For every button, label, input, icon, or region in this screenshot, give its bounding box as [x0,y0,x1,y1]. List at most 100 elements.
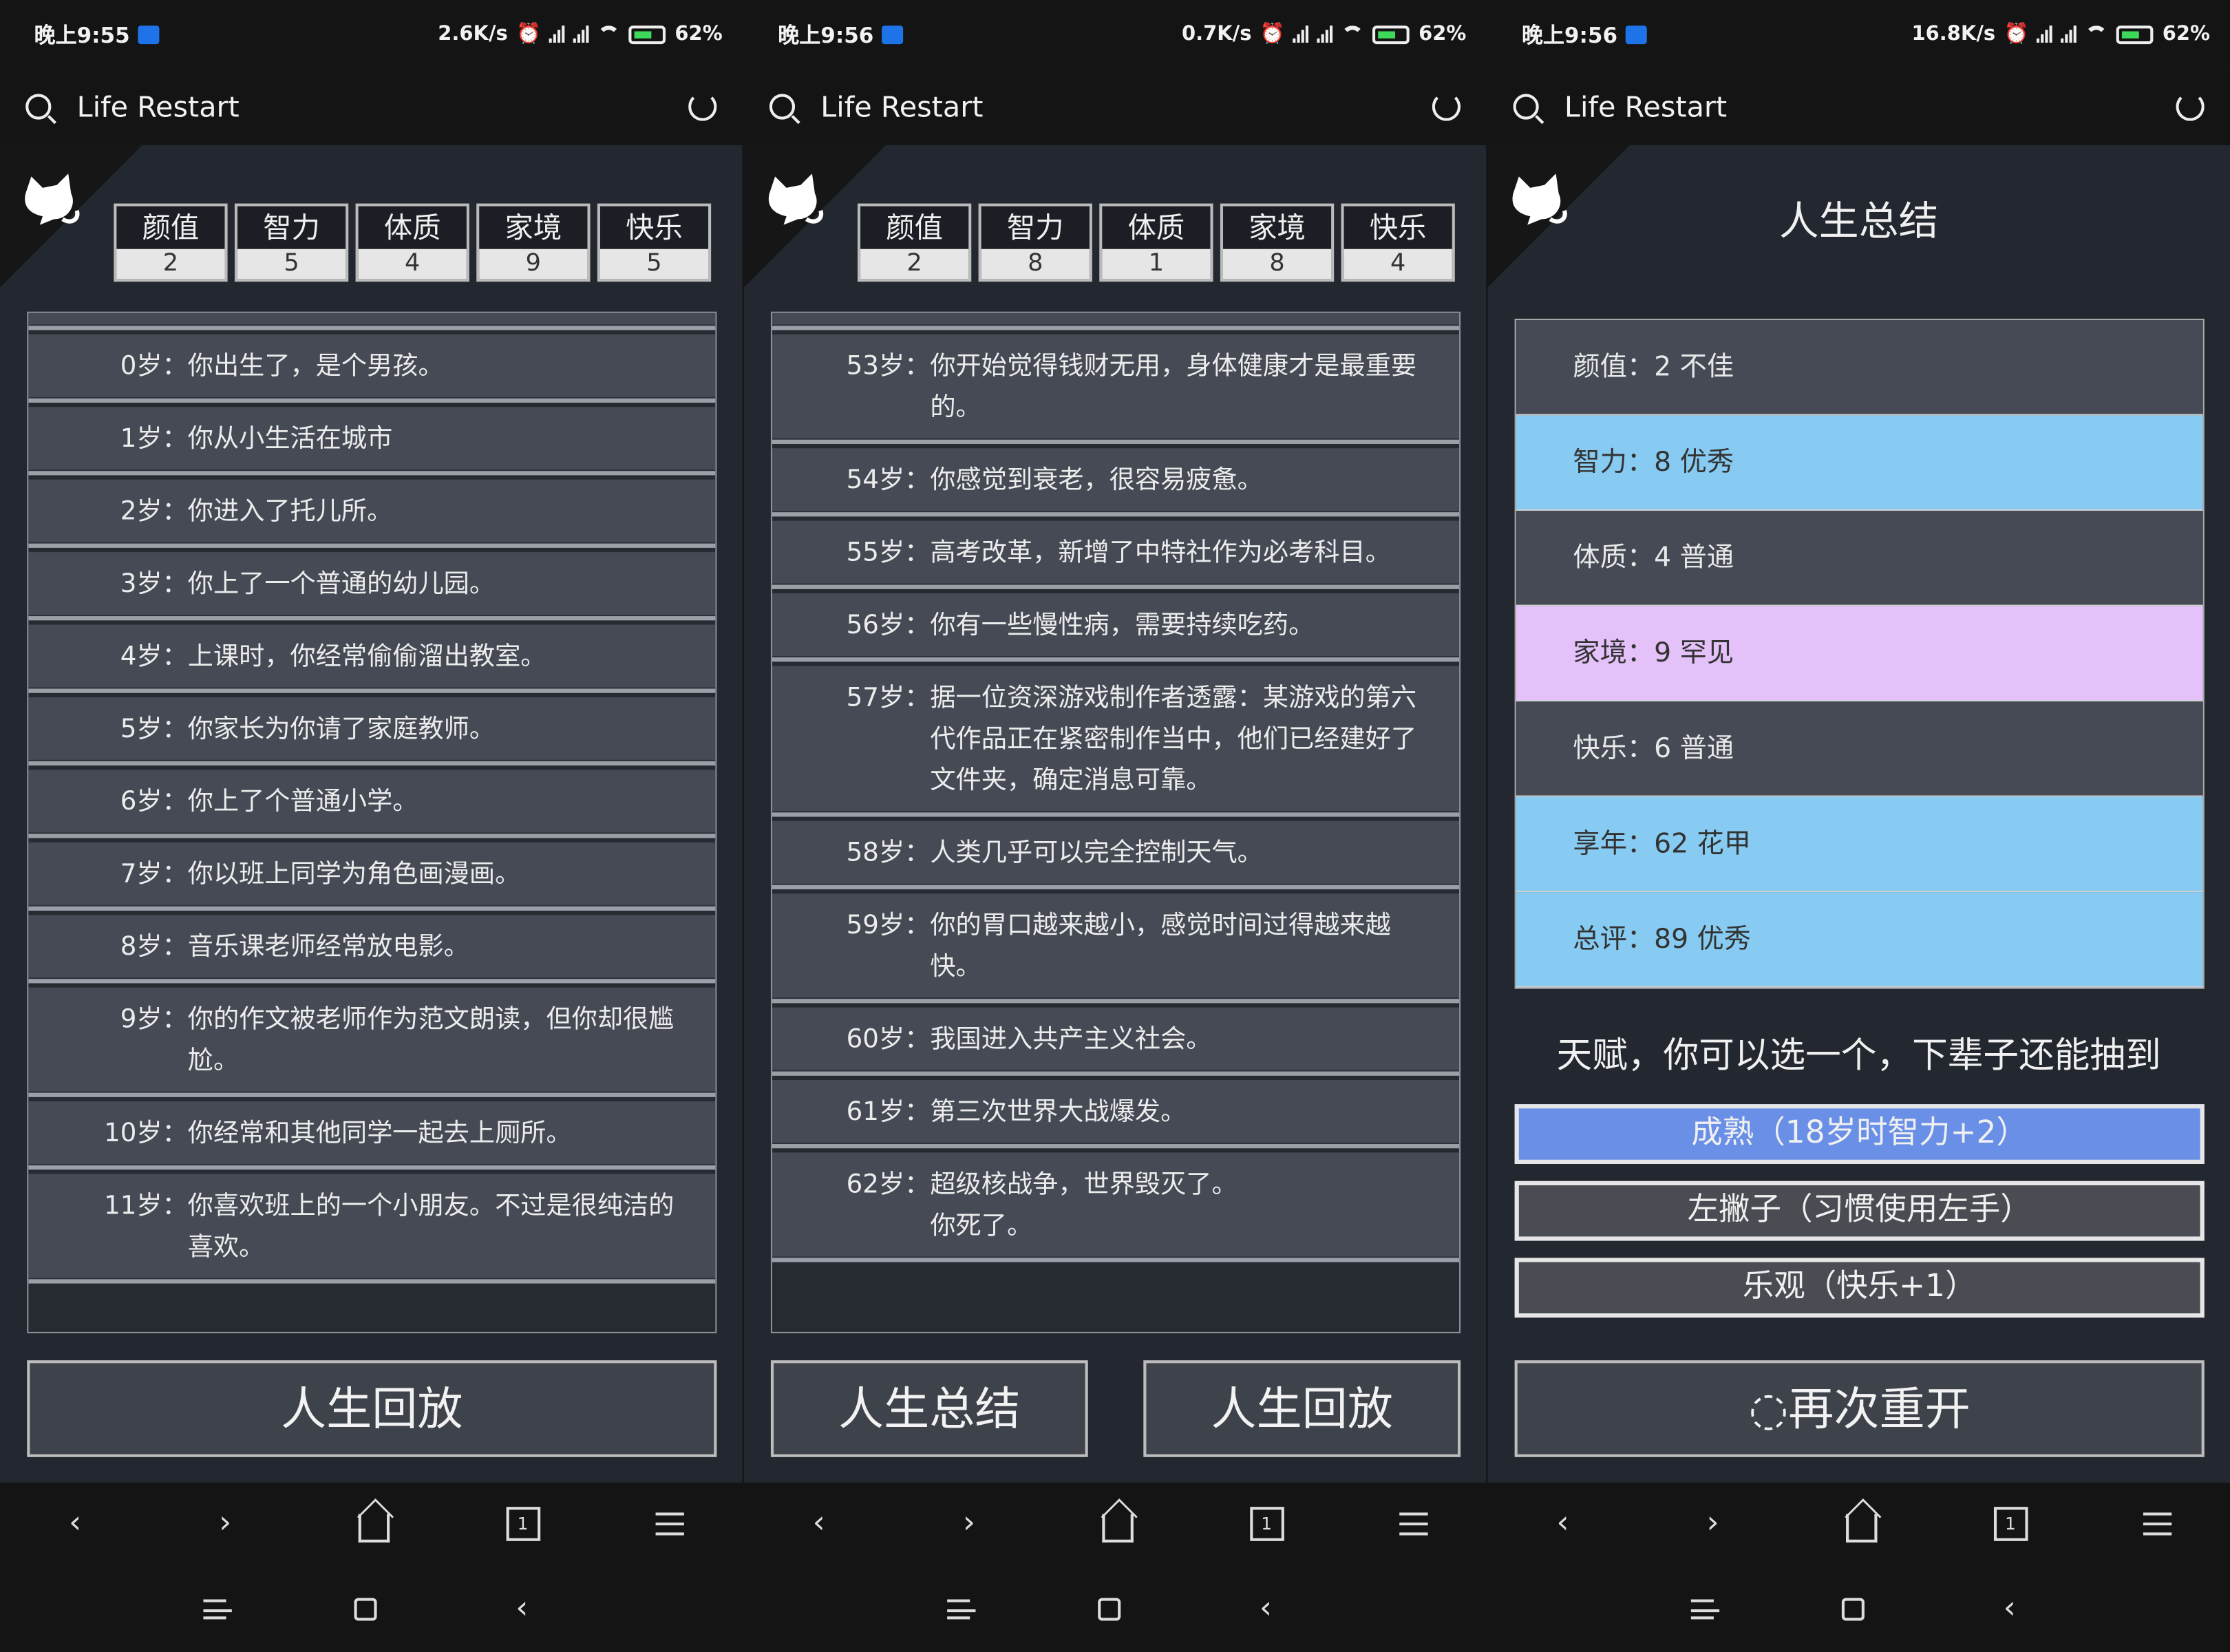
home-icon[interactable] [1846,1514,1878,1543]
home-button-icon[interactable] [1098,1597,1121,1620]
prop-label: 快乐 [599,206,709,249]
summary-row-charm: 颜值：2 不佳 [1516,320,2203,416]
restart-button[interactable]: ◌再次重开 [1514,1360,2205,1457]
event-text: 你出生了，是个男孩。 [187,351,444,382]
event-text: 上课时，你经常偷偷溜出教室。 [187,642,546,672]
talent-option-3[interactable]: 乐观（快乐+1） [1514,1258,2205,1318]
search-icon[interactable] [769,94,796,120]
wifi-icon [2085,25,2109,43]
battery-icon [629,25,667,44]
reload-icon[interactable] [688,92,717,121]
event-text: 你以班上同学为角色画漫画。 [187,859,521,889]
list-item: 10岁： 你经常和其他同学一起去上厕所。 [28,1101,716,1170]
home-icon[interactable] [358,1514,390,1543]
forward-icon[interactable]: › [952,1506,986,1541]
menu-icon[interactable] [655,1512,685,1536]
tabs-icon[interactable]: 1 [1993,1507,2028,1541]
status-time: 晚上9:56 [1521,22,1618,48]
system-back-icon[interactable]: ‹ [1993,1591,2027,1626]
talent-option-1[interactable]: 成熟（18岁时智力+2） [1514,1104,2205,1164]
trajectory-list[interactable]: 53岁： 你开始觉得钱财无用，身体健康才是最重要的。 54岁： 你感觉到衰老，很容易… [770,311,1461,1333]
prop-label: 体质 [358,206,467,249]
back-icon[interactable]: ‹ [1546,1506,1580,1541]
page-title[interactable]: Life Restart [1564,89,1727,124]
list-item: 57岁： 据一位资深游戏制作者透露：某游戏的第六代作品正在紧密制作当中，他们已经建… [772,666,1460,817]
list-item: 3岁： 你上了一个普通的幼儿园。 [28,552,716,621]
cat-logo-icon [768,173,824,225]
prop-label: 体质 [1102,206,1211,249]
tabs-icon[interactable]: 1 [1249,1507,1284,1541]
phone-screen-3: 晚上9:56 16.8K/s ⏰ 62% Life Restart 人生总结 颜 [1487,0,2230,1652]
age-label: 4岁： [120,642,188,672]
back-icon[interactable]: ‹ [58,1506,92,1541]
list-item: 54岁： 你感觉到衰老，很容易疲惫。 [772,448,1460,517]
system-nav-bar: ‹ [743,1565,1487,1652]
event-text: 你经常和其他同学一起去上厕所。 [187,1118,572,1149]
list-item: 53岁： 你开始觉得钱财无用，身体健康才是最重要的。 [772,334,1460,444]
trajectory-list[interactable]: 0岁： 你出生了，是个男孩。 1岁： 你从小生活在城市 2岁： 你进入了托儿所。 3岁… [27,311,717,1333]
summary-row-money: 家境：9 罕见 [1516,606,2203,702]
age-label: 57岁： [846,683,931,713]
search-icon[interactable] [1513,94,1539,120]
prop-spirit: 快乐 5 [597,203,712,282]
replay-button[interactable]: 人生回放 [1143,1360,1461,1457]
forward-icon[interactable]: › [1696,1506,1730,1541]
address-bar[interactable]: Life Restart [743,68,1487,145]
system-nav-bar: ‹ [0,1565,743,1652]
property-tabs: 颜值 2 智力 5 体质 4 家境 9 快乐 5 [114,203,712,282]
app-notification-icon [1626,25,1648,44]
list-item: 6岁： 你上了个普通小学。 [28,770,716,838]
prop-label: 家境 [1223,206,1332,249]
recents-icon[interactable] [947,1598,976,1619]
prop-strength: 体质 4 [355,203,469,282]
event-text: 人类几乎可以完全控制天气。 [930,838,1263,868]
system-back-icon[interactable]: ‹ [505,1591,540,1626]
restart-label: 再次重开 [1788,1381,1971,1436]
home-button-icon[interactable] [354,1597,377,1620]
list-item: 61岁： 第三次世界大战爆发。 [772,1080,1460,1149]
summary-title: 人生总结 [1778,198,1939,245]
prop-value: 4 [358,248,467,279]
system-nav-bar: ‹ [1487,1565,2230,1652]
event-text: 超级核战争，世界毁灭了。 [930,1169,1238,1200]
status-time: 晚上9:55 [34,22,130,48]
home-icon[interactable] [1102,1514,1134,1543]
age-label: 59岁： [846,911,931,941]
tabs-icon[interactable]: 1 [505,1507,540,1541]
page-title[interactable]: Life Restart [820,89,983,124]
reload-icon[interactable] [2176,92,2205,121]
age-label: 7岁： [120,859,188,889]
recents-icon[interactable] [1690,1598,1720,1619]
reload-icon[interactable] [1432,92,1461,121]
list-item: 4岁： 上课时，你经常偷偷溜出教室。 [28,624,716,693]
age-label: 9岁： [120,1004,188,1035]
list-item: 2岁： 你进入了托儿所。 [28,479,716,548]
age-label: 55岁： [846,538,931,568]
signal-icon-2 [2061,25,2077,43]
list-item: 59岁： 你的胃口越来越小，感觉时间过得越来越快。 [772,893,1460,1004]
prop-charm: 颜值 2 [114,203,228,282]
forward-icon[interactable]: › [208,1506,242,1541]
talent-option-2[interactable]: 左撇子（习惯使用左手） [1514,1180,2205,1241]
address-bar[interactable]: Life Restart [0,68,743,145]
event-text: 你有一些慢性病，需要持续吃药。 [930,610,1315,641]
system-back-icon[interactable]: ‹ [1249,1591,1283,1626]
prop-money: 家境 8 [1220,203,1335,282]
list-item: 8岁： 音乐课老师经常放电影。 [28,915,716,984]
recents-icon[interactable] [203,1598,232,1619]
prop-value: 2 [116,248,225,279]
wifi-icon [1341,25,1365,43]
home-button-icon[interactable] [1841,1597,1865,1620]
event-text: 据一位资深游戏制作者透露：某游戏的第六代作品正在紧密制作当中，他们已经建好了文件… [930,683,1417,796]
event-text: 你从小生活在城市 [187,424,393,454]
address-bar[interactable]: Life Restart [1487,68,2230,145]
menu-icon[interactable] [1399,1512,1428,1536]
menu-icon[interactable] [2143,1512,2172,1536]
status-right: 0.7K/s ⏰ 62% [1182,23,1466,45]
page-title[interactable]: Life Restart [77,89,240,124]
prop-value: 2 [860,248,969,279]
summary-button[interactable]: 人生总结 [770,1360,1088,1457]
search-icon[interactable] [25,94,52,120]
replay-button[interactable]: 人生回放 [27,1360,717,1457]
back-icon[interactable]: ‹ [802,1506,836,1541]
